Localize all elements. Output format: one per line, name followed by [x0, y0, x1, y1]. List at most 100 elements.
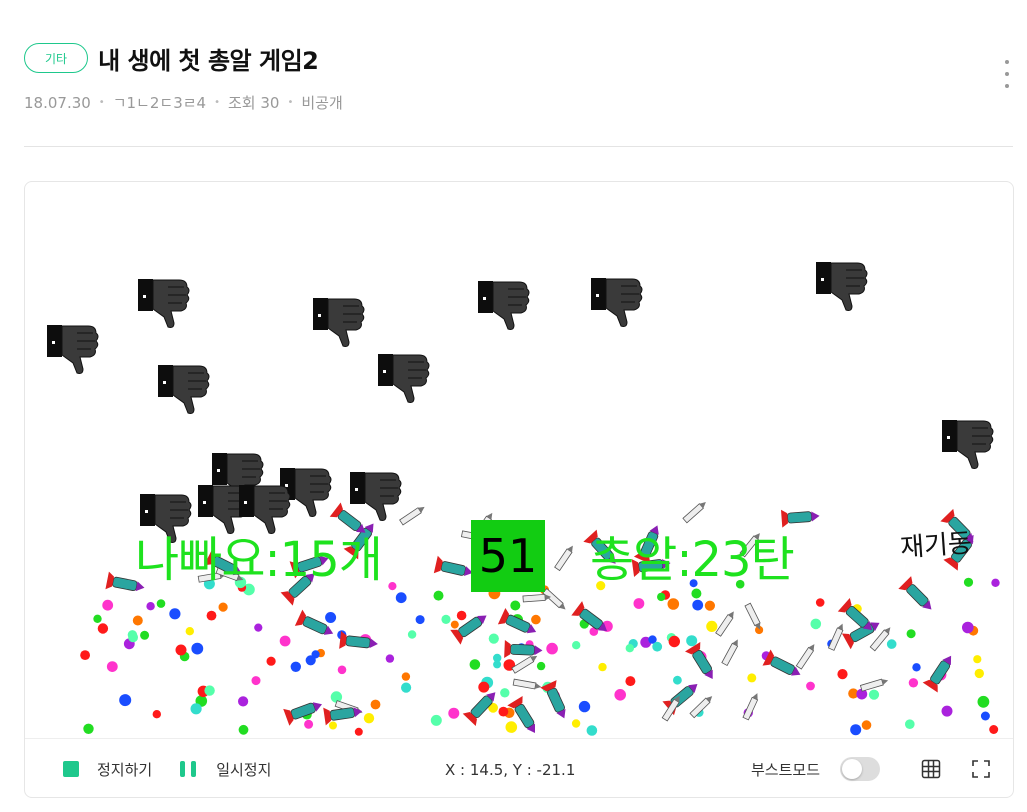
thumbs-down-icon	[378, 354, 430, 403]
confetti-dot	[912, 663, 921, 672]
rocket-icon	[497, 607, 537, 634]
restart-button[interactable]: 재기동	[899, 523, 973, 565]
dislike-count-text: 나빠요:15개	[135, 532, 383, 588]
rocket-icon	[827, 623, 844, 651]
fullscreen-icon[interactable]	[971, 759, 991, 779]
stop-button[interactable]: 정지하기	[63, 759, 152, 780]
confetti-dot	[906, 629, 916, 639]
confetti-dot	[330, 691, 343, 703]
confetti-dot	[633, 598, 645, 609]
confetti-dot	[505, 721, 518, 733]
confetti-dot	[989, 725, 999, 734]
confetti-dot	[962, 621, 974, 634]
confetti-dot	[127, 630, 138, 640]
confetti-dot	[329, 721, 337, 730]
confetti-dot	[980, 711, 990, 721]
confetti-dot	[571, 719, 581, 728]
confetti-dot	[238, 696, 249, 707]
confetti-dot	[488, 633, 499, 644]
confetti-dot	[206, 610, 217, 621]
confetti-dot	[572, 641, 581, 650]
confetti-dot	[868, 689, 880, 700]
boost-toggle[interactable]	[840, 757, 881, 781]
confetti-dot	[657, 592, 666, 602]
separator-dot: •	[287, 97, 294, 108]
confetti-dot	[441, 614, 451, 624]
thumbs-down-icon	[591, 278, 643, 327]
boost-mode[interactable]: 부스트모드	[751, 757, 881, 781]
rocket-icon	[859, 678, 889, 692]
confetti-dot	[861, 720, 872, 730]
pause-label: 일시정지	[216, 760, 272, 779]
category-tag[interactable]: 기타	[24, 43, 89, 73]
confetti-dot	[850, 724, 862, 736]
rocket-icon	[795, 644, 815, 670]
confetti-dot	[531, 614, 541, 625]
thumbs-down-icon	[942, 420, 994, 469]
confetti-dot	[204, 685, 215, 696]
confetti-dot	[156, 599, 166, 608]
confetti-dot	[119, 694, 132, 707]
rocket-icon	[504, 639, 543, 658]
confetti-dot	[370, 699, 381, 710]
confetti-dot	[448, 707, 460, 719]
confetti-dot	[493, 660, 502, 669]
confetti-dot	[450, 620, 459, 629]
confetti-dot	[668, 635, 680, 648]
confetti-dot	[251, 676, 261, 686]
rocket-icon	[399, 506, 425, 526]
confetti-dot	[363, 713, 375, 724]
confetti-dot	[337, 665, 347, 675]
game-player: 나빠요:15개 51 총알:23탄 재기동 정지하기 일시정지 X : 14.5…	[24, 181, 1014, 798]
confetti-dot	[238, 724, 249, 735]
thumbs-down-icon	[138, 279, 190, 328]
confetti-dot	[667, 598, 680, 610]
confetti-dot	[977, 695, 990, 708]
rocket-icon	[542, 587, 566, 610]
confetti-dot	[973, 655, 982, 664]
confetti-dot	[311, 650, 320, 659]
confetti-dot	[218, 602, 228, 612]
confetti-dot	[132, 615, 143, 626]
game-stage[interactable]: 나빠요:15개 51 총알:23탄 재기동	[25, 182, 1013, 738]
stop-label: 정지하기	[97, 760, 153, 779]
confetti-dot	[692, 599, 704, 611]
rocket-icon	[685, 641, 713, 679]
thumbs-down-icon	[313, 298, 365, 347]
divider	[24, 146, 1013, 147]
post-date: 18.07.30	[24, 93, 91, 112]
confetti-dot	[478, 681, 490, 693]
confetti-dot	[254, 623, 263, 632]
confetti-dot	[191, 642, 204, 655]
confetti-dot	[415, 615, 425, 625]
more-options-icon[interactable]	[1001, 60, 1013, 88]
confetti-dot	[974, 668, 984, 679]
confetti-dot	[395, 592, 407, 604]
confetti-dot	[354, 727, 363, 736]
confetti-dot	[456, 610, 467, 621]
grid-icon[interactable]	[921, 759, 941, 779]
confetti-dot	[625, 644, 634, 653]
boost-label: 부스트모드	[751, 760, 821, 779]
confetti-dot	[837, 669, 848, 680]
confetti-dot	[401, 672, 411, 681]
stop-icon	[63, 761, 79, 777]
confetti-dot	[908, 678, 919, 688]
rocket-icon	[898, 576, 932, 610]
confetti-dot	[469, 659, 481, 670]
thumbs-down-icon	[816, 262, 868, 311]
confetti-dot	[536, 661, 546, 671]
rocket-icon	[512, 678, 542, 690]
pause-button[interactable]: 일시정지	[180, 759, 271, 780]
confetti-dot	[185, 627, 194, 636]
rocket-icon	[540, 680, 566, 719]
post-author[interactable]: ㄱ1ㄴ2ㄷ3ㄹ4	[113, 92, 206, 113]
confetti-dot	[691, 588, 702, 599]
confetti-dot	[433, 590, 444, 601]
confetti-dot	[706, 620, 718, 632]
confetti-dot	[97, 623, 109, 634]
thumbs-down-icon	[47, 325, 99, 374]
confetti-dot	[430, 714, 442, 726]
confetti-dot	[625, 676, 636, 687]
confetti-dot	[388, 582, 397, 591]
